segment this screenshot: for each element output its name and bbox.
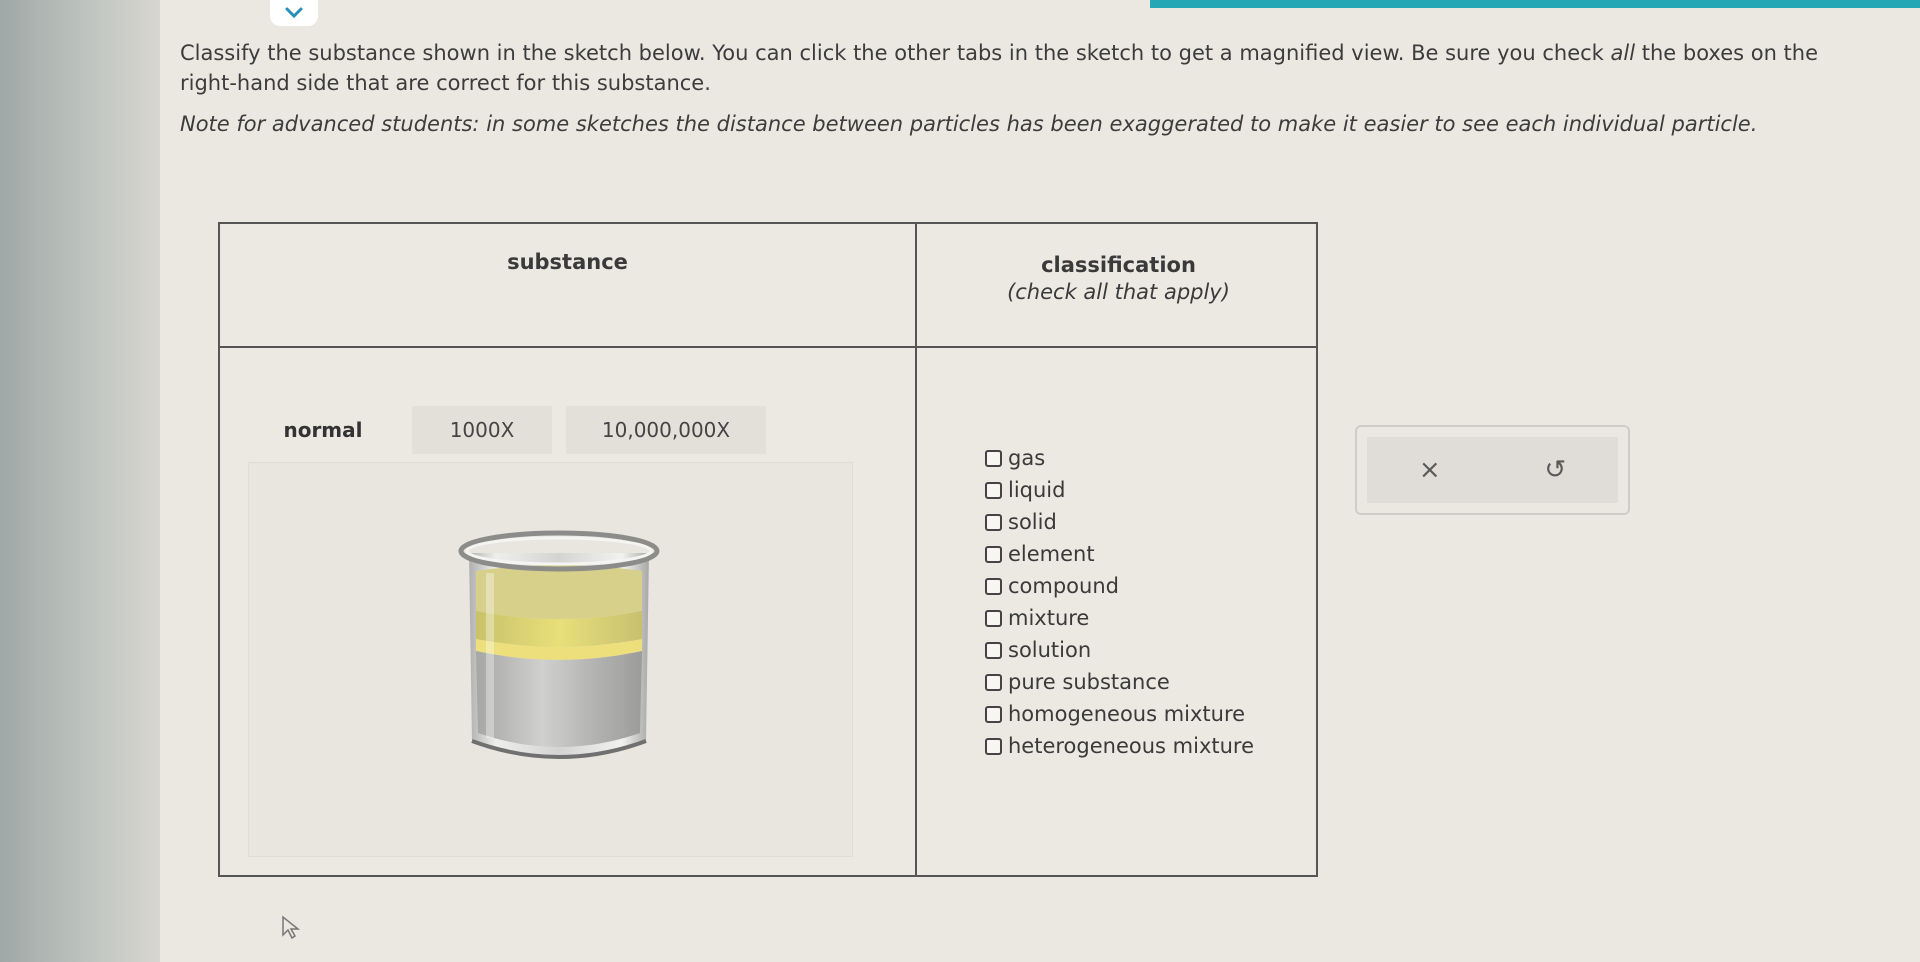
option-label: compound [1008, 574, 1119, 598]
checkbox[interactable] [985, 481, 1002, 499]
option-compound[interactable]: compound [985, 570, 1254, 602]
screen-bezel [0, 0, 160, 962]
option-mixture[interactable]: mixture [985, 602, 1254, 634]
classification-title: classification [1041, 253, 1196, 277]
option-gas[interactable]: gas [985, 442, 1254, 474]
question-part1: Classify the substance shown in the sket… [180, 41, 1611, 65]
classification-header: classification (check all that apply) [917, 252, 1320, 306]
column-divider [915, 224, 917, 875]
sketch-viewer [248, 462, 853, 857]
option-label: gas [1008, 446, 1046, 470]
chevron-down-icon [284, 3, 304, 24]
option-label: pure substance [1008, 670, 1170, 694]
checkbox[interactable] [985, 705, 1002, 723]
option-liquid[interactable]: liquid [985, 474, 1254, 506]
option-solid[interactable]: solid [985, 506, 1254, 538]
option-label: solution [1008, 638, 1092, 662]
option-heterogeneous-mixture[interactable]: heterogeneous mixture [985, 730, 1254, 762]
question-table: substance classification (check all that… [218, 222, 1318, 877]
checkbox[interactable] [985, 737, 1002, 755]
advanced-note: Note for advanced students: in some sket… [180, 112, 1880, 136]
beaker-image [454, 523, 664, 773]
checkbox[interactable] [985, 641, 1002, 659]
option-label: heterogeneous mixture [1008, 734, 1255, 758]
checkbox[interactable] [985, 545, 1002, 563]
option-solution[interactable]: solution [985, 634, 1254, 666]
action-buttons: × ↺ [1367, 437, 1618, 503]
header-divider [220, 346, 1316, 348]
mouse-pointer-icon [281, 915, 303, 945]
clear-button[interactable]: × [1400, 455, 1460, 485]
undo-icon: ↺ [1544, 455, 1567, 485]
note-label: Note for advanced students: [180, 112, 480, 136]
option-label: homogeneous mixture [1008, 702, 1246, 726]
reset-button[interactable]: ↺ [1525, 455, 1585, 485]
question-text: Classify the substance shown in the sket… [180, 38, 1880, 98]
question-emphasis: all [1610, 41, 1636, 65]
collapse-toggle-button[interactable] [270, 0, 318, 26]
top-accent-bar [1150, 0, 1920, 8]
option-label: liquid [1008, 478, 1066, 502]
checkbox[interactable] [985, 577, 1002, 595]
close-icon: × [1418, 455, 1441, 485]
option-homogeneous-mixture[interactable]: homogeneous mixture [985, 698, 1254, 730]
option-label: element [1008, 542, 1095, 566]
magnification-tabs: normal 1000X 10,000,000X [248, 406, 766, 454]
substance-header: substance [507, 250, 628, 274]
option-label: mixture [1008, 606, 1090, 630]
tab-1000x[interactable]: 1000X [412, 406, 552, 454]
classification-options: gas liquid solid element compound mixtur… [985, 442, 1254, 762]
note-body: in some sketches the distance between pa… [479, 112, 1758, 136]
classification-subtitle: (check all that apply) [1007, 280, 1230, 304]
checkbox[interactable] [985, 609, 1002, 627]
checkbox[interactable] [985, 449, 1002, 467]
tab-normal[interactable]: normal [248, 406, 398, 454]
option-label: solid [1008, 510, 1057, 534]
checkbox[interactable] [985, 513, 1002, 531]
tab-10000000x[interactable]: 10,000,000X [566, 406, 766, 454]
checkbox[interactable] [985, 673, 1002, 691]
option-element[interactable]: element [985, 538, 1254, 570]
answer-action-bar: × ↺ [1355, 425, 1630, 515]
option-pure-substance[interactable]: pure substance [985, 666, 1254, 698]
